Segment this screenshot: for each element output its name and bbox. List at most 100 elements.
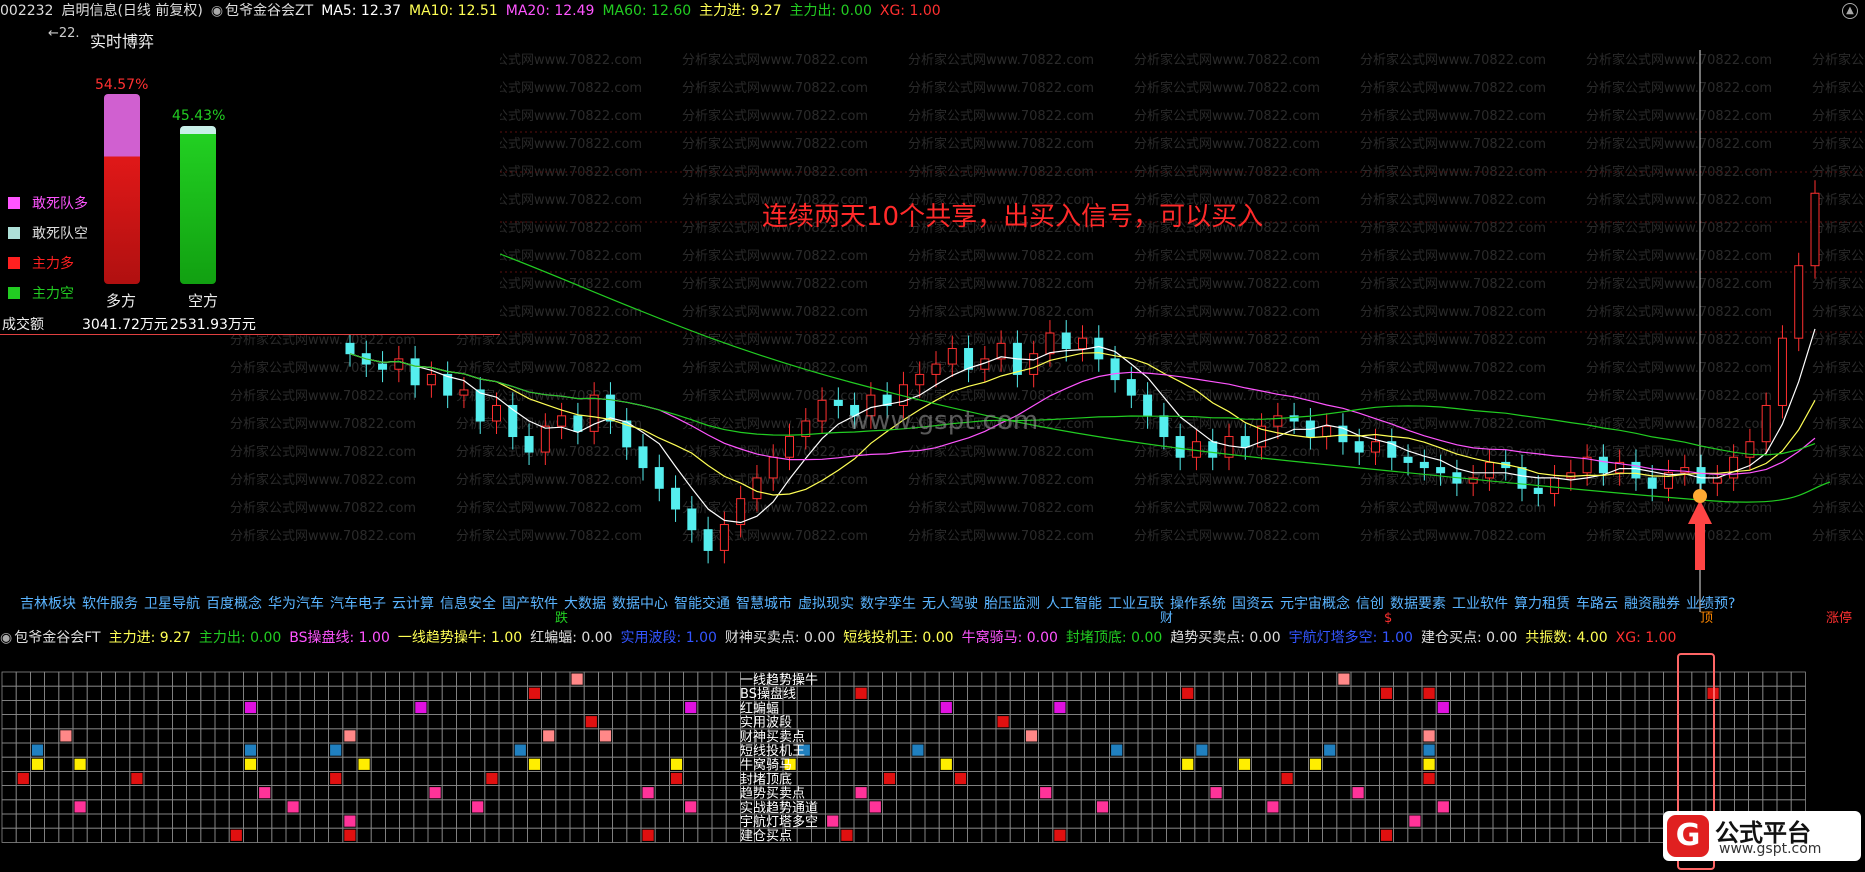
grid-cell bbox=[498, 685, 514, 701]
concept-tag[interactable]: 工业软件 bbox=[1452, 596, 1508, 612]
concept-tag[interactable]: 数据要素 bbox=[1390, 596, 1446, 612]
concept-tag[interactable]: 百度概念 bbox=[206, 596, 262, 612]
logo-g-icon: G bbox=[1667, 815, 1709, 857]
grid-cell bbox=[1492, 685, 1508, 701]
grid-cell bbox=[1364, 700, 1380, 716]
concept-tag[interactable]: 元宇宙概念 bbox=[1280, 596, 1350, 612]
grid-cell bbox=[44, 799, 60, 815]
bg-watermark-text: 分析家公式网www.70822.com bbox=[1134, 360, 1320, 376]
grid-cell bbox=[1677, 728, 1693, 744]
grid-cell bbox=[1549, 771, 1565, 787]
grid-cell bbox=[1606, 728, 1622, 744]
grid-cell bbox=[981, 813, 997, 829]
grid-cell bbox=[1066, 827, 1082, 843]
grid-cell bbox=[1336, 827, 1352, 843]
grid-cell bbox=[654, 813, 670, 829]
grid-cell bbox=[697, 685, 713, 701]
signal-cell bbox=[1423, 772, 1435, 785]
concept-tag[interactable]: 吉林板块 bbox=[20, 596, 76, 612]
grid-cell bbox=[15, 685, 31, 701]
concept-tag[interactable]: 华为汽车 bbox=[268, 596, 324, 612]
concept-tag[interactable]: 数据中心 bbox=[612, 596, 668, 612]
grid-cell bbox=[669, 827, 685, 843]
signal-cell bbox=[571, 673, 583, 685]
grid-cell bbox=[399, 771, 415, 787]
grid-cell bbox=[839, 714, 855, 730]
grid-cell bbox=[1180, 785, 1196, 801]
grid-cell bbox=[115, 785, 131, 801]
concept-tag[interactable]: 卫星导航 bbox=[144, 596, 200, 612]
signal-cell bbox=[1054, 701, 1066, 714]
event-marker[interactable]: 涨停 bbox=[1826, 612, 1852, 626]
grid-cell bbox=[995, 827, 1011, 843]
grid-cell bbox=[1577, 700, 1593, 716]
concept-tag[interactable]: 汽车电子 bbox=[330, 596, 386, 612]
event-marker[interactable]: 财 bbox=[1160, 612, 1173, 626]
grid-cell bbox=[626, 728, 642, 744]
concept-tag[interactable]: 操作系统 bbox=[1170, 596, 1226, 612]
grid-cell bbox=[924, 827, 940, 843]
signal-cell bbox=[358, 758, 370, 770]
grid-cell bbox=[413, 799, 429, 815]
grid-cell bbox=[455, 799, 471, 815]
grid-cell bbox=[1563, 714, 1579, 730]
grid-cell bbox=[1734, 685, 1750, 701]
indicator-name[interactable]: 包爷金谷会ZT bbox=[225, 3, 313, 19]
stock-name[interactable]: 启明信息(日线 前复权) bbox=[61, 3, 202, 19]
grid-cell bbox=[882, 742, 898, 758]
grid-cell bbox=[1421, 785, 1437, 801]
concept-tag[interactable]: 大数据 bbox=[564, 596, 606, 612]
concept-tag[interactable]: 算力租赁 bbox=[1514, 596, 1570, 612]
concept-tag[interactable]: 胎压监测 bbox=[984, 596, 1040, 612]
grid-cell bbox=[1009, 700, 1025, 716]
grid-cell bbox=[1322, 728, 1338, 744]
grid-cell bbox=[313, 685, 329, 701]
concept-tag[interactable]: 信创 bbox=[1356, 596, 1384, 612]
grid-cell bbox=[1393, 728, 1409, 744]
grid-cell bbox=[44, 700, 60, 716]
signal-cell bbox=[1182, 687, 1194, 699]
concept-tag[interactable]: 智慧城市 bbox=[736, 596, 792, 612]
candle-body bbox=[1761, 404, 1771, 443]
grid-cell bbox=[697, 671, 713, 687]
grid-cell bbox=[640, 756, 656, 772]
concept-tag[interactable]: 国资云 bbox=[1232, 596, 1274, 612]
signal-cell bbox=[585, 716, 597, 728]
grid-cell bbox=[115, 756, 131, 772]
signal-cell bbox=[1025, 730, 1038, 742]
grid-cell bbox=[882, 700, 898, 716]
maximize-icon[interactable]: ▲ bbox=[1842, 3, 1858, 19]
event-marker[interactable]: 顶 bbox=[1700, 612, 1713, 626]
grid-cell bbox=[186, 756, 202, 772]
bg-watermark-text: 分析家公式网www.70822.com bbox=[1134, 472, 1320, 488]
event-marker[interactable]: 跌 bbox=[555, 612, 568, 626]
concept-tag[interactable]: 工业互联 bbox=[1108, 596, 1164, 612]
candle-body bbox=[671, 487, 681, 510]
concept-tag[interactable]: 业绩预? bbox=[1686, 596, 1735, 612]
grid-cell bbox=[1009, 685, 1025, 701]
concept-tag[interactable]: 智能交通 bbox=[674, 596, 730, 612]
concept-tag[interactable]: 软件服务 bbox=[82, 596, 138, 612]
bottom-toggle-icon[interactable]: ◉ bbox=[0, 630, 12, 646]
concept-tag[interactable]: 无人驾驶 bbox=[922, 596, 978, 612]
event-marker[interactable]: $ bbox=[1384, 612, 1392, 626]
grid-cell bbox=[867, 785, 883, 801]
concept-tag[interactable]: 数字孪生 bbox=[860, 596, 916, 612]
bg-watermark-text: 分析家公式网www.70822.com bbox=[1586, 444, 1772, 460]
concept-tag[interactable]: 融资融券 bbox=[1624, 596, 1680, 612]
grid-cell bbox=[1379, 813, 1395, 829]
concept-tag[interactable]: 云计算 bbox=[392, 596, 434, 612]
bg-watermark-text: 分析家公式网www.70822.com bbox=[908, 108, 1094, 124]
grid-cell bbox=[711, 671, 727, 687]
concept-tag[interactable]: 人工智能 bbox=[1046, 596, 1102, 612]
concept-tag[interactable]: 车路云 bbox=[1576, 596, 1618, 612]
grid-cell bbox=[1265, 700, 1281, 716]
concept-tag[interactable]: 信息安全 bbox=[440, 596, 496, 612]
grid-cell bbox=[342, 771, 358, 787]
grid-cell bbox=[1379, 742, 1395, 758]
indicator-toggle-icon[interactable]: ◉ bbox=[211, 3, 223, 19]
signal-cell bbox=[1423, 687, 1435, 699]
concept-tag[interactable]: 国产软件 bbox=[502, 596, 558, 612]
bottom-indicator-name[interactable]: 包爷金谷会FT bbox=[14, 630, 100, 646]
concept-tag[interactable]: 虚拟现实 bbox=[798, 596, 854, 612]
